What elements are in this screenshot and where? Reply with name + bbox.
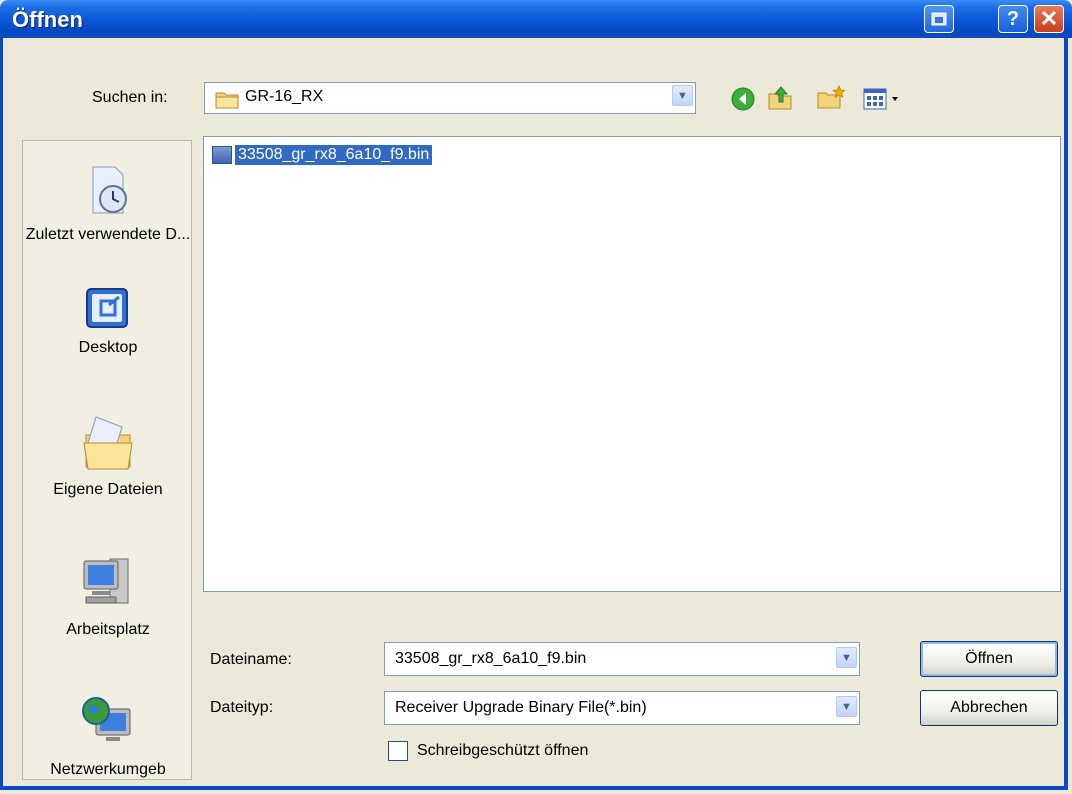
cancel-button[interactable]: Abbrechen (920, 690, 1058, 726)
file-item[interactable]: 33508_gr_rx8_6a10_f9.bin (212, 145, 433, 165)
place-my-documents[interactable]: Eigene Dateien (23, 413, 193, 499)
open-button[interactable]: Öffnen (920, 641, 1058, 677)
filetype-combo[interactable]: Receiver Upgrade Binary File(*.bin) ▼ (384, 691, 860, 725)
lookin-combo[interactable]: GR-16_RX ▼ (204, 82, 696, 114)
new-folder-button[interactable] (816, 84, 846, 112)
folder-icon (215, 92, 239, 109)
place-my-documents-label: Eigene Dateien (53, 481, 163, 498)
filename-label: Dateiname: (210, 651, 292, 668)
readonly-checkbox[interactable] (388, 741, 408, 761)
back-button[interactable] (730, 86, 756, 112)
system-menu-button[interactable] (924, 5, 954, 33)
place-my-computer-label: Arbeitsplatz (66, 621, 150, 638)
place-recent-label: Zuletzt verwendete D... (25, 226, 191, 243)
desktop-icon (86, 288, 128, 328)
bin-file-icon (212, 146, 232, 164)
my-computer-icon (83, 558, 129, 604)
place-network-label: Netzwerkumgeb (50, 761, 166, 778)
places-bar: Zuletzt verwendete D... Desktop Eigene D… (22, 140, 192, 780)
window-title: Öffnen (12, 7, 83, 32)
up-folder-icon (768, 86, 792, 110)
back-arrow-icon (731, 87, 755, 111)
readonly-label: Schreibgeschützt öffnen (417, 742, 589, 759)
file-list[interactable]: 33508_gr_rx8_6a10_f9.bin (203, 136, 1061, 592)
view-menu-icon (863, 88, 898, 110)
window-icon (931, 12, 947, 26)
lookin-value: GR-16_RX (245, 88, 324, 105)
filetype-dropdown-arrow[interactable]: ▼ (836, 696, 857, 717)
recent-documents-icon (92, 166, 127, 214)
place-network[interactable]: Netzwerkumgeb (23, 693, 193, 779)
my-documents-icon (83, 416, 133, 470)
title-bar[interactable]: Öffnen ? ✕ (0, 0, 1072, 38)
filename-dropdown-arrow[interactable]: ▼ (836, 647, 857, 668)
place-recent[interactable]: Zuletzt verwendete D... (23, 163, 193, 245)
filename-combo[interactable]: 33508_gr_rx8_6a10_f9.bin ▼ (384, 642, 860, 676)
help-button[interactable]: ? (998, 5, 1028, 33)
new-folder-icon (817, 84, 846, 109)
place-desktop-label: Desktop (78, 339, 138, 356)
lookin-dropdown-arrow[interactable]: ▼ (672, 85, 693, 106)
network-icon (82, 697, 131, 741)
lookin-label: Suchen in: (92, 89, 168, 106)
view-menu-button[interactable] (862, 86, 904, 112)
file-name: 33508_gr_rx8_6a10_f9.bin (235, 145, 433, 165)
place-desktop[interactable]: Desktop (23, 287, 193, 357)
place-my-computer[interactable]: Arbeitsplatz (23, 553, 193, 639)
filetype-label: Dateityp: (210, 699, 274, 716)
filetype-value: Receiver Upgrade Binary File(*.bin) (395, 699, 647, 716)
up-folder-button[interactable] (766, 84, 794, 112)
close-button[interactable]: ✕ (1034, 5, 1064, 33)
filename-value[interactable]: 33508_gr_rx8_6a10_f9.bin (395, 650, 586, 668)
